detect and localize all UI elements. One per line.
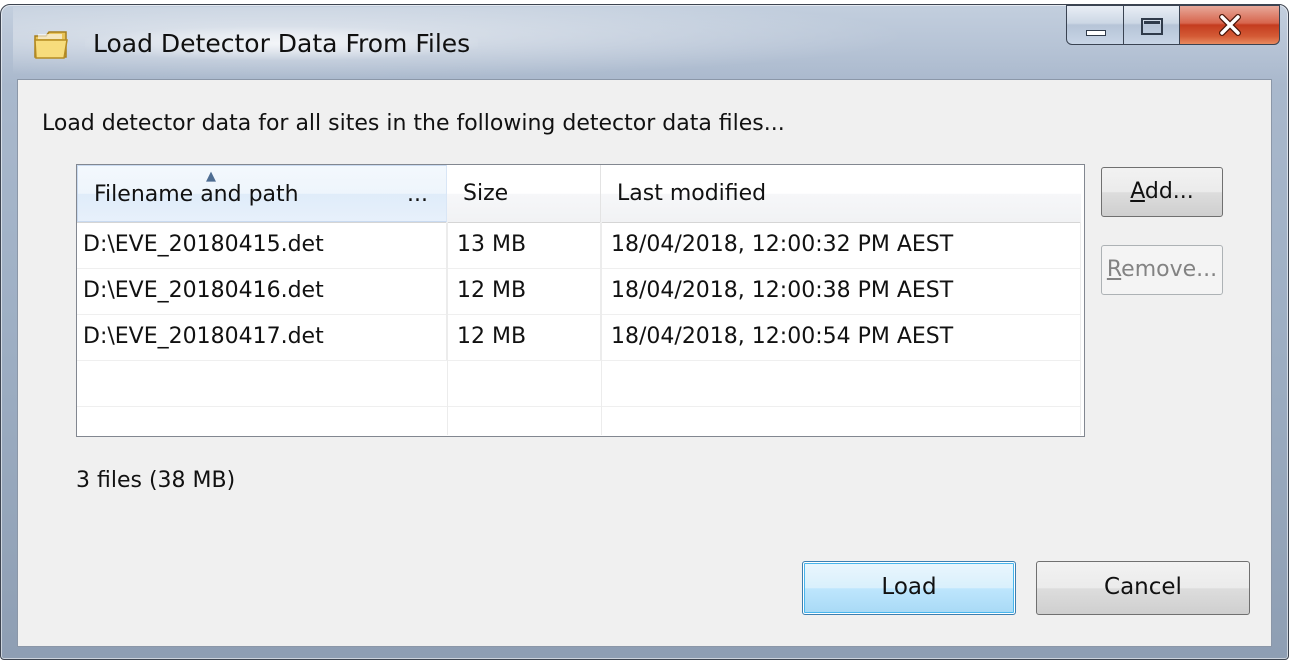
remove-button-label: emove... [1121, 257, 1218, 282]
add-button-mnemonic: A [1130, 179, 1145, 204]
close-icon [1180, 6, 1279, 44]
empty-table-row [77, 360, 1081, 407]
title-bar[interactable]: Load Detector Data From Files [1, 5, 1288, 79]
empty-table-row [77, 406, 1081, 435]
modified-cell: 18/04/2018, 12:00:32 PM AEST [611, 232, 954, 257]
sort-ascending-icon: ▲ [206, 169, 216, 184]
column-header-filename[interactable]: ▲ Filename and path ... [77, 165, 447, 222]
column-overflow-indicator: ... [407, 182, 428, 207]
size-cell: 12 MB [447, 314, 601, 360]
size-cell: 12 MB [447, 268, 601, 314]
size-cell: 13 MB [447, 222, 601, 268]
caption-buttons [1066, 5, 1280, 45]
filename-cell: D:\EVE_20180416.det [77, 268, 447, 314]
column-header-size-label: Size [463, 181, 509, 206]
filename-cell: D:\EVE_20180415.det [77, 222, 447, 268]
column-header-modified-label: Last modified [617, 181, 767, 206]
table-row[interactable]: D:\EVE_20180416.det 12 MB 18/04/2018, 12… [77, 268, 1081, 315]
files-table[interactable]: ▲ Filename and path ... Size Last modifi… [76, 164, 1085, 437]
add-button[interactable]: Add... [1101, 167, 1223, 217]
window-title: Load Detector Data From Files [85, 27, 479, 60]
filename-cell: D:\EVE_20180417.det [77, 314, 447, 360]
column-header-size[interactable]: Size [447, 165, 601, 222]
table-row[interactable]: D:\EVE_20180415.det 13 MB 18/04/2018, 12… [77, 222, 1081, 269]
column-header-modified[interactable]: Last modified [601, 165, 1081, 222]
maximize-icon [1141, 18, 1163, 35]
load-button[interactable]: Load [802, 561, 1016, 615]
table-row[interactable]: D:\EVE_20180417.det 12 MB 18/04/2018, 12… [77, 314, 1081, 361]
column-divider [447, 222, 448, 435]
maximize-button[interactable] [1124, 5, 1180, 45]
instruction-label: Load detector data for all sites in the … [42, 111, 785, 136]
modified-cell: 18/04/2018, 12:00:54 PM AEST [611, 324, 954, 349]
minimize-icon [1086, 30, 1106, 36]
remove-button-mnemonic: R [1106, 257, 1122, 282]
remove-button[interactable]: Remove... [1101, 245, 1223, 295]
close-button[interactable] [1180, 5, 1280, 45]
column-header-filename-label: Filename and path [94, 182, 299, 207]
minimize-button[interactable] [1066, 5, 1124, 45]
column-divider [1080, 222, 1081, 435]
cancel-button[interactable]: Cancel [1036, 561, 1250, 615]
modified-cell: 18/04/2018, 12:00:38 PM AEST [611, 278, 954, 303]
folder-icon [33, 30, 69, 60]
column-divider [601, 222, 602, 435]
add-button-label: dd... [1144, 179, 1194, 204]
file-summary: 3 files (38 MB) [76, 468, 236, 493]
table-header: ▲ Filename and path ... Size Last modifi… [77, 165, 1081, 223]
